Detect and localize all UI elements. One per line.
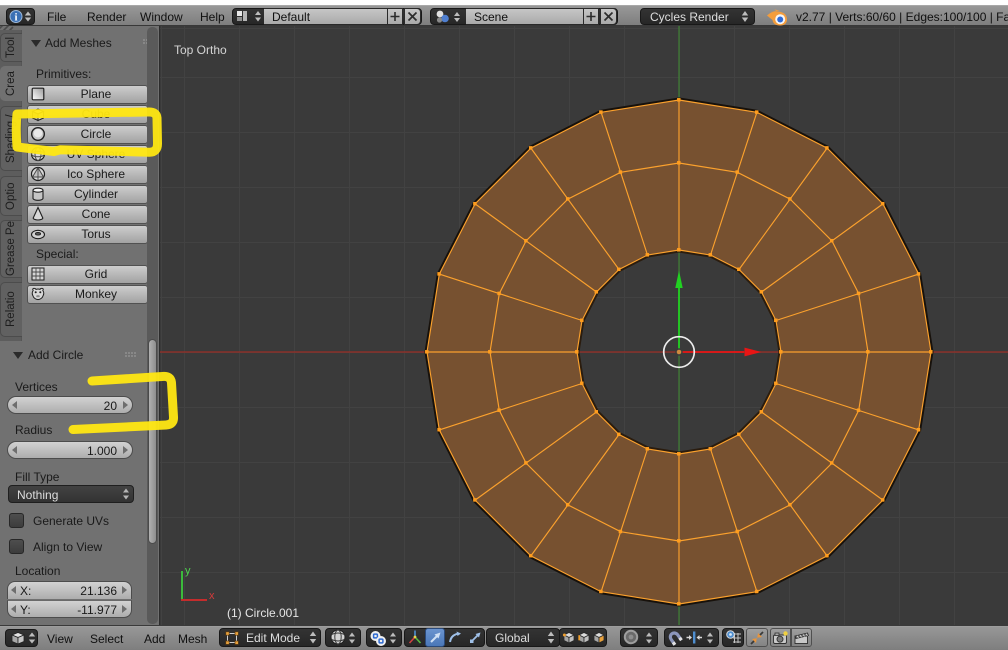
svg-text:x: x: [209, 590, 215, 602]
svg-text:y: y: [185, 565, 191, 577]
svg-text:i: i: [14, 12, 17, 24]
